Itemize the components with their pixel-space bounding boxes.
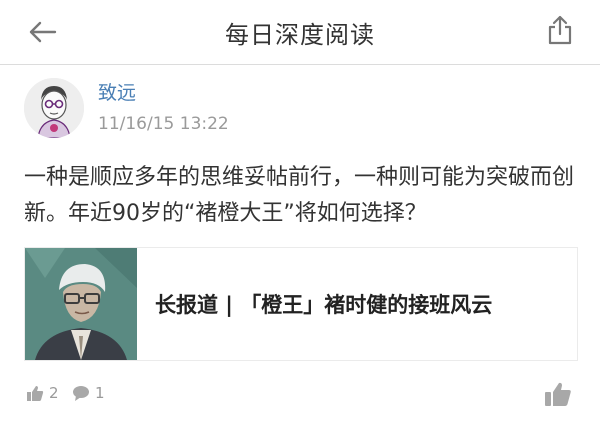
thumbs-up-icon (545, 382, 571, 406)
author-block: 致远 11/16/15 13:22 (98, 80, 229, 136)
thumbs-up-icon (27, 385, 44, 401)
avatar[interactable] (24, 78, 84, 138)
article-thumbnail (25, 248, 137, 360)
comment-stat[interactable]: 1 (72, 384, 105, 402)
like-count: 2 (49, 384, 59, 402)
page-title: 每日深度阅读 (225, 20, 375, 49)
post-header: 致远 11/16/15 13:22 (24, 76, 229, 140)
like-stat[interactable]: 2 (26, 384, 59, 402)
article-title: 长报道 | 「橙王」褚时健的接班风云 (155, 293, 493, 317)
share-button[interactable] (542, 12, 578, 48)
nav-bar: 每日深度阅读 (0, 0, 600, 65)
post-footer: 2 1 (24, 382, 576, 414)
share-icon (548, 15, 572, 45)
avatar-icon (24, 78, 84, 138)
portrait-illustration-icon (25, 248, 137, 360)
post-timestamp: 11/16/15 13:22 (98, 114, 229, 134)
author-name[interactable]: 致远 (98, 80, 229, 106)
like-button[interactable] (542, 378, 574, 410)
back-arrow-icon (29, 21, 57, 43)
comment-count: 1 (95, 384, 105, 402)
back-button[interactable] (24, 14, 60, 50)
comment-bubble-icon (73, 386, 89, 401)
post-text: 一种是顺应多年的思维妥帖前行，一种则可能为突破而创新。年近90岁的“褚橙大王”将… (24, 165, 575, 226)
article-link-card[interactable]: 长报道 | 「橙王」褚时健的接班风云 (24, 247, 578, 361)
